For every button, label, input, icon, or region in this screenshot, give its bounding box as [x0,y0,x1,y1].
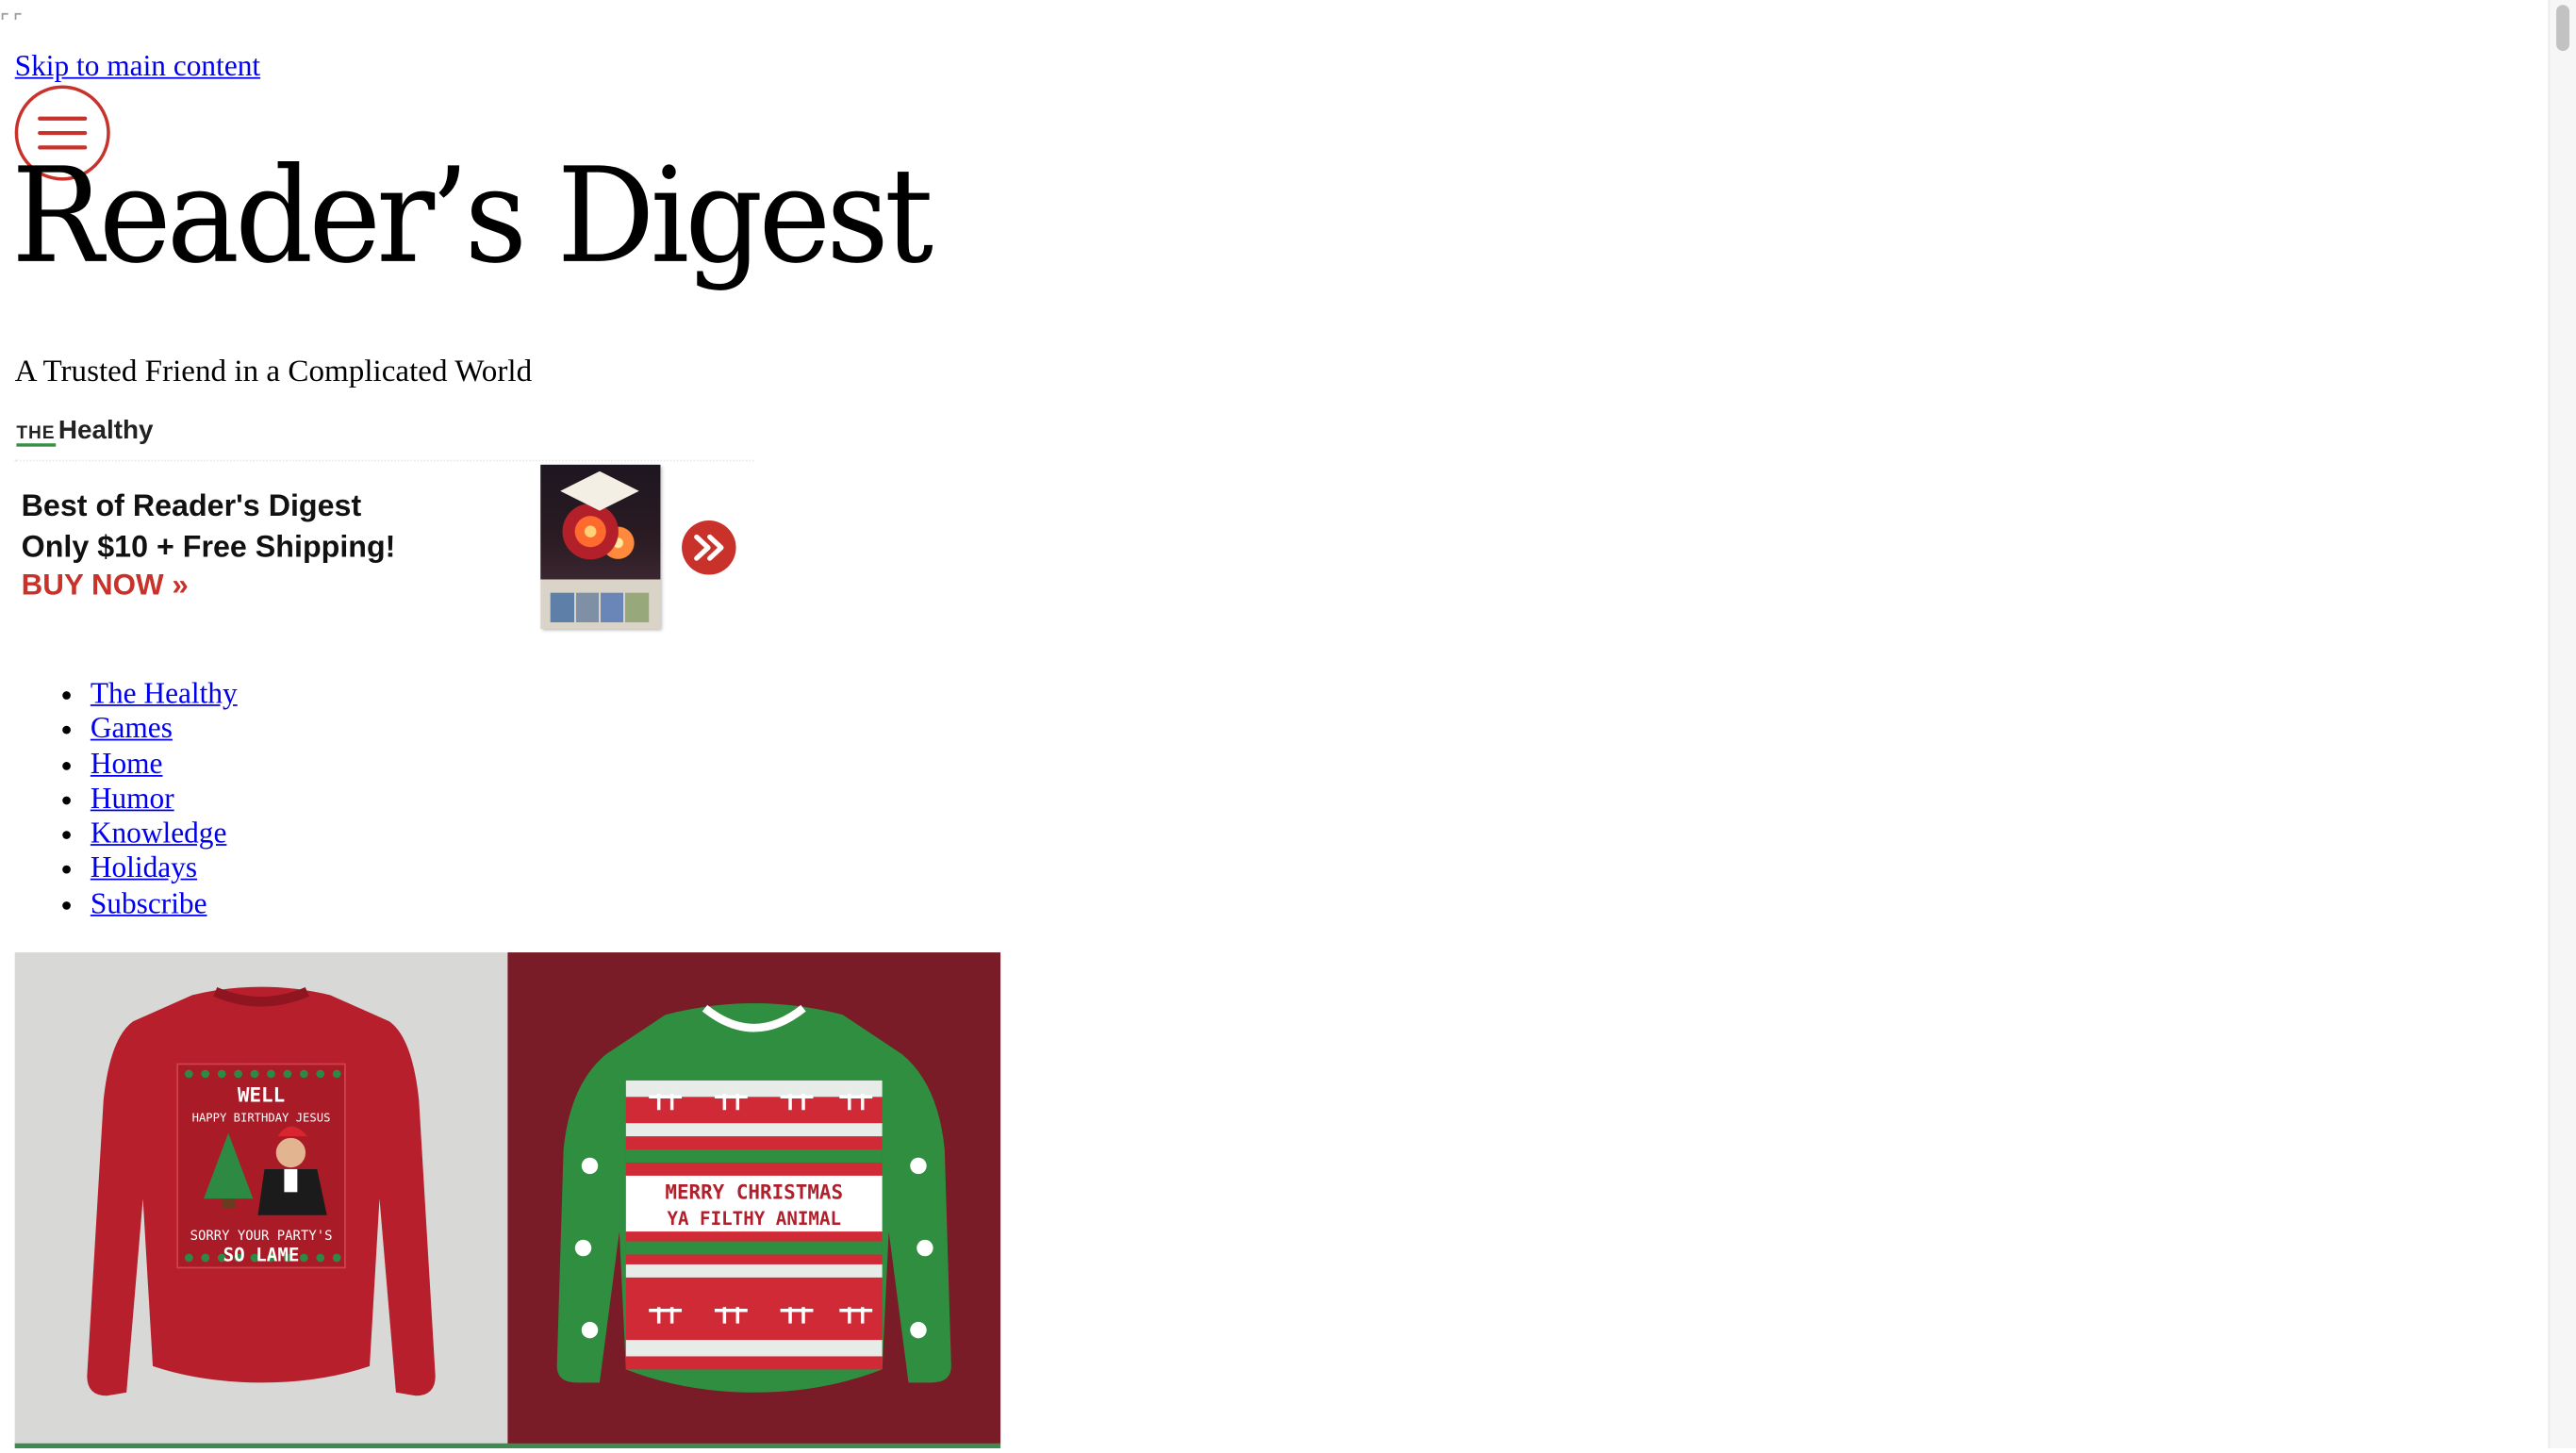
left-sweater-text-1: WELL [238,1084,285,1107]
nav-link-humor[interactable]: Humor [91,782,174,815]
nav-item-humor: Humor [91,782,238,817]
promo-banner-ad[interactable]: Best of Reader's Digest Only $10 + Free … [14,459,754,636]
main-nav: The Healthy Games Home Humor Knowledge H… [15,676,238,921]
nav-item-subscribe: Subscribe [91,886,238,921]
nav-item-holidays: Holidays [91,851,238,886]
left-sweater-text-4: SO LAME [223,1244,300,1265]
left-sweater-text-2: HAPPY BIRTHDAY JESUS [192,1111,331,1124]
broken-image-icon [1,12,22,20]
ad-offer: Only $10 + Free Shipping! [21,528,396,564]
office-sweater-image: WELL HAPPY BIRTHDAY JESUS SORRY YOUR PAR… [87,986,436,1396]
nav-link-games[interactable]: Games [91,712,173,745]
the-healthy-logo-name: Healthy [58,417,154,445]
nav-item-knowledge: Knowledge [91,817,238,851]
page-scrollbar[interactable] [2548,0,2576,1449]
the-healthy-logo[interactable]: THE Healthy [16,417,154,447]
nav-item-games: Games [91,712,238,747]
book-cover-image [540,464,661,629]
page: Skip to main content Reader’s Digest A T… [0,0,2576,1449]
nav-link-subscribe[interactable]: Subscribe [91,886,207,919]
hero-image[interactable]: WELL HAPPY BIRTHDAY JESUS SORRY YOUR PAR… [14,952,1001,1449]
nav-item-home: Home [91,747,238,782]
nav-link-knowledge[interactable]: Knowledge [91,817,227,850]
hero-left-panel: WELL HAPPY BIRTHDAY JESUS SORRY YOUR PAR… [14,952,508,1445]
nav-link-home[interactable]: Home [91,747,163,780]
site-tagline: A Trusted Friend in a Complicated World [14,355,533,389]
site-logo[interactable]: Reader’s Digest [11,150,933,282]
left-sweater-text-3: SORRY YOUR PARTY'S [190,1229,333,1244]
christmas-sweater-image: MERRY CHRISTMAS YA FILTHY ANIMAL [556,1003,951,1393]
nav-item-the-healthy: The Healthy [91,676,238,711]
right-sweater-text-2: YA FILTHY ANIMAL [667,1208,841,1230]
double-chevron-right-icon [694,534,724,561]
nav-link-the-healthy[interactable]: The Healthy [91,676,238,709]
right-sweater-text-1: MERRY CHRISTMAS [665,1181,843,1203]
ad-headline: Best of Reader's Digest [21,487,362,522]
book-photo-strip [550,592,650,623]
nav-link-holidays[interactable]: Holidays [91,851,197,884]
ad-forward-button[interactable] [682,520,736,575]
ad-buy-now-link[interactable]: BUY NOW » [22,569,189,603]
hero-bottom-bar [14,1443,1001,1449]
the-healthy-logo-prefix: THE [16,423,56,447]
hero-right-panel: MERRY CHRISTMAS YA FILTHY ANIMAL [507,952,1001,1445]
skip-to-content-link[interactable]: Skip to main content [15,49,260,84]
scrollbar-thumb[interactable] [2556,5,2570,51]
